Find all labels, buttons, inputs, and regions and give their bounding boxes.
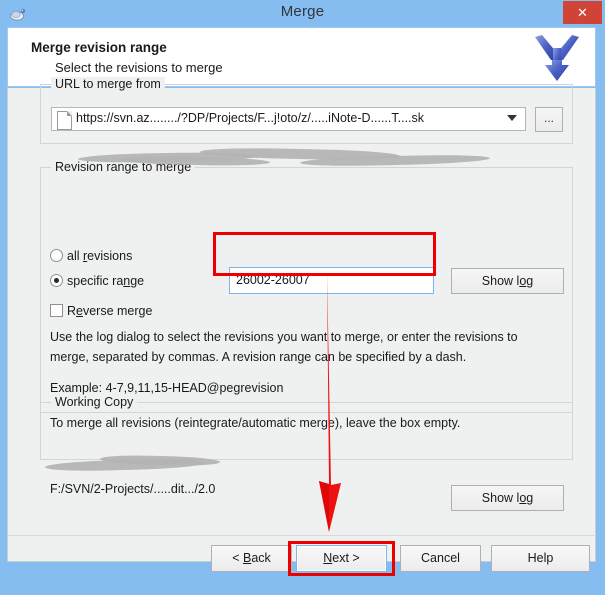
radio-all-revisions-label: all: [67, 249, 83, 263]
page-title: Merge revision range: [31, 40, 167, 55]
show-log-revision-label-post: g: [526, 274, 534, 288]
show-log-revision-label: Show l: [481, 274, 520, 288]
checkbox-reverse-merge-label-post: verse merge: [82, 304, 153, 318]
revision-range-input[interactable]: 26002-26007: [229, 267, 434, 294]
next-button-label-post: ext >: [332, 551, 360, 565]
radio-specific-range-indicator[interactable]: [50, 274, 63, 287]
show-log-wc-label: Show l: [481, 491, 520, 505]
cancel-button[interactable]: Cancel: [400, 545, 481, 572]
next-button[interactable]: Next >: [296, 545, 387, 572]
show-log-working-copy-button[interactable]: Show log: [451, 485, 564, 511]
url-group-legend: URL to merge from: [51, 77, 165, 91]
checkbox-reverse-merge[interactable]: Reverse merge: [50, 304, 152, 318]
show-log-wc-label-post: g: [526, 491, 534, 505]
window-title: Merge: [280, 3, 325, 20]
merge-arrow-icon: [535, 35, 579, 81]
url-group: URL to merge from https://svn.az........…: [40, 77, 573, 144]
page-subtitle: Select the revisions to merge: [55, 60, 223, 75]
url-browse-button[interactable]: ...: [535, 107, 563, 132]
help-paragraph-1: Use the log dialog to select the revisio…: [50, 330, 518, 364]
url-combobox[interactable]: https://svn.az......../?DP/Projects/F...…: [51, 107, 526, 131]
document-icon: [57, 111, 72, 130]
radio-all-revisions-label-post: evisions: [87, 249, 133, 263]
next-button-accel: N: [323, 551, 333, 565]
show-log-revision-button[interactable]: Show log: [451, 268, 564, 294]
title-bar: Merge ✕: [0, 0, 605, 27]
close-button[interactable]: ✕: [563, 1, 602, 24]
working-copy-path: F:/SVN/2-Projects/.....dit.../2.0: [50, 482, 216, 496]
checkbox-reverse-merge-label: R: [67, 304, 77, 318]
dialog-window: Merge revision range Select the revision…: [7, 27, 598, 588]
working-copy-group-legend: Working Copy: [51, 395, 138, 409]
back-button-label: <: [232, 551, 243, 565]
help-button[interactable]: Help: [491, 545, 590, 572]
back-button[interactable]: < Back: [211, 545, 292, 572]
radio-all-revisions-indicator[interactable]: [50, 249, 63, 262]
checkbox-reverse-merge-accel: e: [76, 304, 83, 318]
radio-specific-range-label-post: ge: [130, 274, 145, 288]
checkbox-reverse-merge-indicator[interactable]: [50, 304, 63, 317]
revision-range-group-legend: Revision range to merge: [51, 160, 196, 174]
radio-specific-range-label: specific ra: [67, 274, 124, 288]
radio-specific-range[interactable]: specific range: [50, 274, 144, 288]
chevron-down-icon[interactable]: [507, 115, 517, 121]
url-combobox-value: https://svn.az......../?DP/Projects/F...…: [76, 111, 425, 125]
radio-all-revisions[interactable]: all revisions: [50, 249, 132, 263]
working-copy-group: Working Copy: [40, 395, 573, 460]
back-button-label-post: ack: [251, 551, 271, 565]
